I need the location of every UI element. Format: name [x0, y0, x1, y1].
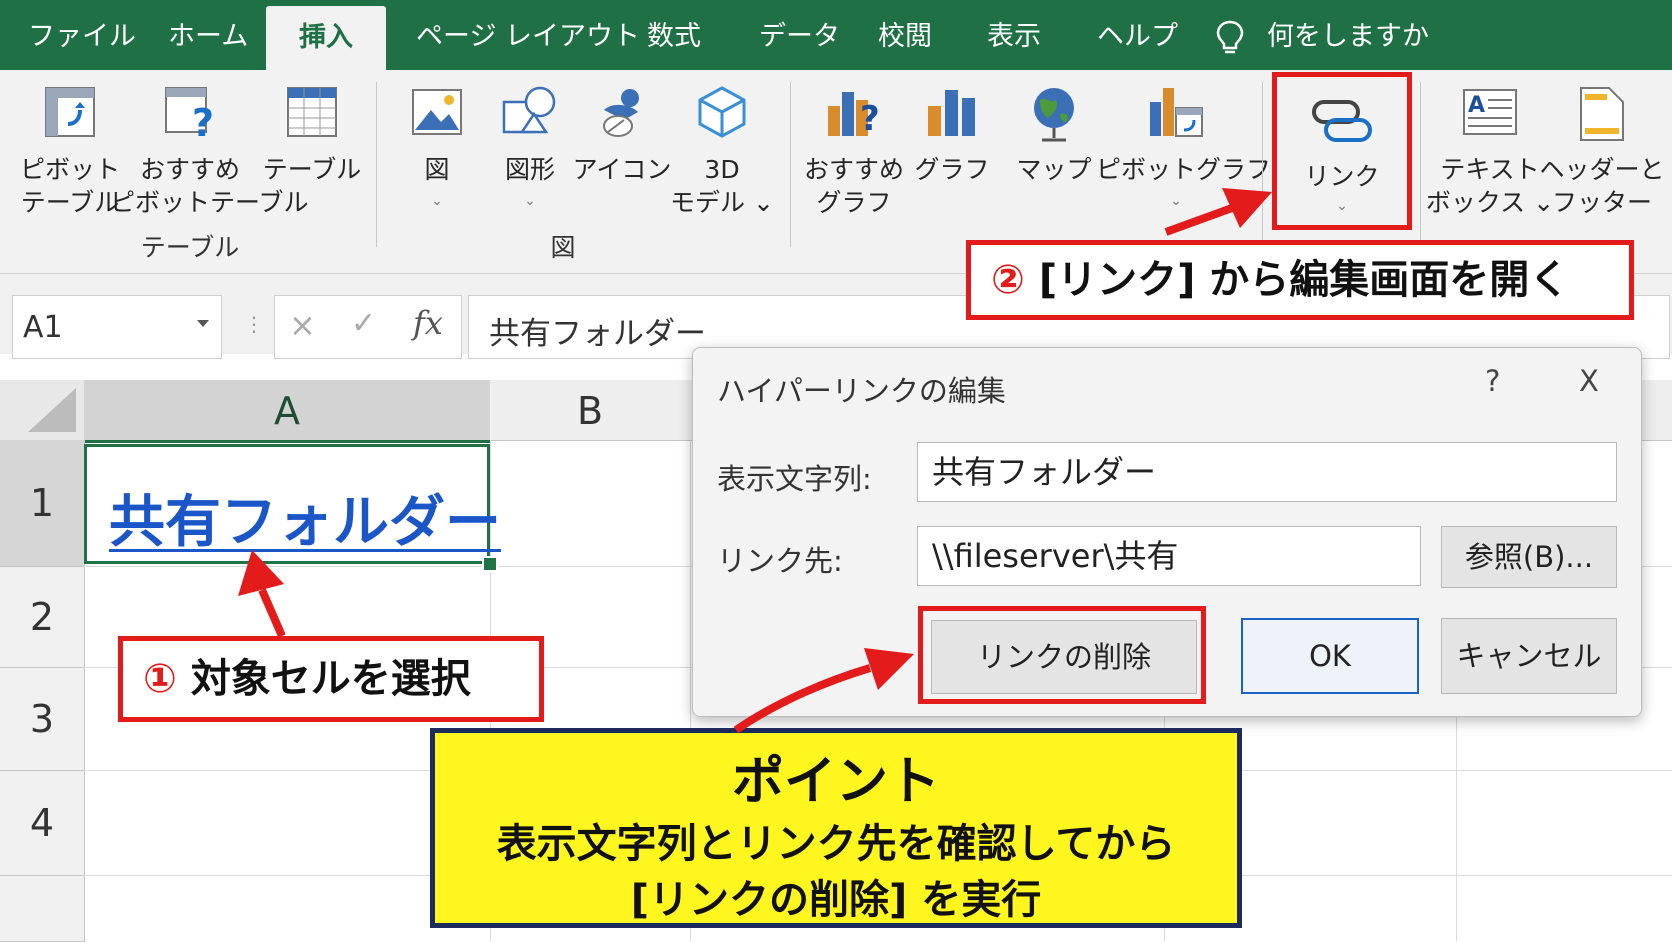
tab-help[interactable]: ヘルプ: [1097, 0, 1178, 70]
display-text-field[interactable]: 共有フォルダー: [917, 442, 1617, 502]
row-header-2[interactable]: 2: [0, 567, 85, 668]
pivot-table-icon: [45, 87, 95, 137]
row-header-3[interactable]: 3: [0, 668, 85, 771]
picture-icon: [412, 89, 462, 135]
svg-text:?: ?: [860, 99, 880, 139]
pivot-chart-button[interactable]: ピボットグラフ ⌄: [1096, 70, 1271, 220]
browse-button[interactable]: 参照(B)...: [1441, 526, 1617, 588]
point-note-box: ポイント 表示文字列とリンク先を確認してから [リンクの削除] を実行: [430, 728, 1242, 928]
group-label-illustrations: 図: [550, 233, 576, 262]
tab-data[interactable]: データ: [759, 0, 840, 70]
column-header-a[interactable]: A: [84, 380, 491, 443]
tab-formulas[interactable]: 数式: [647, 0, 701, 70]
table-icon: [287, 87, 337, 137]
cube-icon: [698, 86, 746, 138]
point-line-2: [リンクの削除] を実行: [630, 877, 1042, 923]
ribbon-tab-bar: ファイル ホーム 挿入 ページ レイアウト 数式 データ 校閲 表示 ヘルプ 何…: [0, 0, 1672, 70]
formula-content: 共有フォルダー: [489, 316, 706, 352]
lightbulb-icon: [1216, 20, 1244, 54]
step1-callout: ① 対象セルを選択: [118, 636, 544, 722]
header-footer-icon: [1580, 87, 1624, 141]
tab-file[interactable]: ファイル: [28, 0, 136, 70]
recommended-charts-button[interactable]: ? おすすめ グラフ: [804, 70, 904, 220]
row-header-4[interactable]: 4: [0, 771, 85, 876]
picture-button[interactable]: 図 ⌄: [402, 70, 472, 220]
dialog-title: ハイパーリンクの編集: [717, 374, 1006, 408]
tab-page-layout[interactable]: ページ レイアウト: [416, 0, 640, 70]
help-icon[interactable]: ?: [1485, 364, 1500, 398]
remove-link-highlight: [918, 606, 1206, 704]
textbox-icon: A: [1463, 89, 1517, 135]
pivot-chart-dropdown-icon: ⌄: [1170, 193, 1182, 209]
header-footer-button[interactable]: ヘッダーと フッター: [1539, 70, 1665, 220]
step2-callout: ② [リンク] から編集画面を開く: [966, 240, 1634, 320]
3d-models-label1: 3D: [704, 155, 740, 184]
name-box-dropdown-icon[interactable]: [197, 320, 209, 327]
close-icon[interactable]: X: [1579, 364, 1599, 398]
bar-chart-icon: [928, 90, 975, 136]
ok-button[interactable]: OK: [1241, 618, 1419, 694]
drag-handle-icon[interactable]: ⋮: [244, 312, 264, 336]
row-header-1[interactable]: 1: [0, 440, 85, 567]
cancel-icon[interactable]: ×: [289, 306, 316, 344]
enter-icon[interactable]: ✓: [351, 306, 376, 341]
recommended-charts-label2: グラフ: [816, 188, 892, 217]
cell-a1[interactable]: 共有フォルダー: [84, 444, 501, 564]
pivot-table-button[interactable]: ピボット テーブル: [20, 70, 120, 220]
pivot-chart-label: ピボットグラフ: [1096, 155, 1272, 184]
textbox-button[interactable]: A テキスト ボックス ⌄: [1426, 70, 1554, 220]
fill-handle[interactable]: [482, 556, 498, 572]
tab-insert[interactable]: 挿入: [266, 6, 386, 70]
name-box-value: A1: [23, 310, 63, 345]
recommended-pivot-label1: おすすめ: [139, 155, 240, 184]
recommended-charts-icon: ?: [828, 92, 880, 139]
row-header-5[interactable]: [0, 876, 85, 942]
select-all-button[interactable]: [0, 380, 85, 441]
tab-home[interactable]: ホーム: [168, 0, 248, 70]
textbox-label2: ボックス: [1425, 188, 1526, 217]
formula-buttons: × ✓ fx: [274, 295, 462, 359]
shapes-icon: [502, 86, 556, 134]
insert-function-icon[interactable]: fx: [413, 304, 443, 342]
tab-review[interactable]: 校閲: [878, 0, 932, 70]
point-line-1: 表示文字列とリンク先を確認してから: [496, 821, 1176, 867]
recommended-pivot-button[interactable]: ? おすすめ ピボットテーブル: [110, 70, 309, 220]
table-button[interactable]: テーブル: [263, 70, 361, 220]
tab-view[interactable]: 表示: [987, 0, 1041, 70]
column-header-b[interactable]: B: [490, 380, 691, 441]
group-label-tables: テーブル: [140, 233, 240, 262]
picture-dropdown-icon: ⌄: [431, 193, 443, 209]
step2-text: [リンク] から編集画面を開く: [1038, 257, 1570, 303]
address-label: リンク先:: [717, 544, 843, 578]
address-field[interactable]: \\fileserver\共有: [917, 526, 1421, 586]
header-footer-label2: フッター: [1551, 188, 1652, 217]
3d-models-label2: モデル: [670, 188, 746, 217]
point-title: ポイント: [731, 752, 940, 812]
step2-number: ②: [991, 257, 1025, 303]
cancel-button[interactable]: キャンセル: [1441, 618, 1617, 694]
step1-number: ①: [143, 656, 177, 702]
3d-models-button[interactable]: 3D モデル ⌄: [670, 70, 774, 220]
select-all-triangle-icon: [28, 388, 76, 432]
step1-text: 対象セルを選択: [190, 656, 471, 702]
svg-text:?: ?: [192, 101, 214, 140]
cell-a1-hyperlink[interactable]: 共有フォルダー: [109, 477, 501, 558]
display-text-label: 表示文字列:: [717, 462, 872, 496]
header-footer-label1: ヘッダーと: [1539, 155, 1665, 184]
name-box[interactable]: A1: [12, 295, 222, 359]
globe-icon: [1034, 88, 1074, 142]
pivot-table-label2: テーブル: [20, 188, 120, 217]
charts-button[interactable]: グラフ: [914, 70, 990, 220]
shapes-dropdown-icon: ⌄: [524, 193, 536, 209]
tell-me-label: 何をしますか: [1267, 21, 1429, 52]
svg-text:A: A: [1468, 93, 1485, 118]
pivot-chart-icon: [1150, 88, 1203, 137]
link-button-highlight: [1272, 72, 1412, 230]
icons-icon: [603, 89, 639, 137]
shapes-button[interactable]: 図形 ⌄: [492, 70, 568, 220]
recommended-pivot-icon: ?: [165, 87, 214, 140]
pivot-table-label1: ピボット: [19, 155, 120, 184]
maps-button[interactable]: マップ: [1016, 70, 1092, 220]
